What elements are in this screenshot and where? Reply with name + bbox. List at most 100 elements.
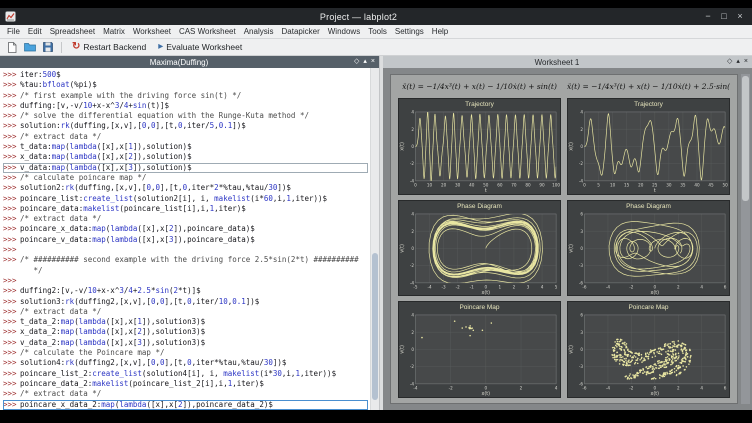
console-line: >>>: [3, 276, 368, 286]
console-line: >>>poincare_list:create_list(solution2[i…: [3, 194, 368, 204]
console-line: >>>/* first example with the driving for…: [3, 91, 368, 101]
menu-edit[interactable]: Edit: [24, 27, 46, 36]
svg-text:35: 35: [680, 182, 686, 187]
menu-help[interactable]: Help: [428, 27, 452, 36]
evaluate-worksheet-button[interactable]: ▸ Evaluate Worksheet: [153, 41, 247, 53]
dock-collapse-icon[interactable]: ▴: [363, 56, 367, 68]
console-line: >>>poincare_x_data:map(lambda([x],x[2]),…: [3, 224, 368, 234]
svg-text:15: 15: [624, 182, 630, 187]
worksheet-dock-header[interactable]: Worksheet 1 ◇ ▴ ×: [383, 56, 752, 68]
menu-windows[interactable]: Windows: [324, 27, 364, 36]
console-line: >>>iter:500$: [3, 70, 368, 80]
svg-text:-4: -4: [606, 284, 610, 289]
restart-backend-label: Restart Backend: [83, 42, 146, 52]
plot-phase-diagram-left[interactable]: Phase Diagram -5-4-3-2-1012345-4-2024x(t…: [398, 200, 561, 297]
console-line: >>>duffing2:[v,-v/10+x-x^3/4+2.5*sin(2*t…: [3, 286, 368, 296]
svg-text:-2: -2: [410, 263, 414, 268]
console-scrollbar-thumb[interactable]: [372, 253, 378, 400]
minimize-icon[interactable]: −: [701, 9, 715, 24]
svg-text:6: 6: [580, 313, 583, 318]
menu-worksheet[interactable]: Worksheet: [129, 27, 175, 36]
console-line: >>>poincare_x_data_2:map(lambda([x],x[2]…: [3, 400, 368, 410]
menu-matrix[interactable]: Matrix: [99, 27, 129, 36]
console-line: >>>v_data_2:map(lambda([x],x[3]),solutio…: [3, 338, 368, 348]
svg-text:2: 2: [677, 284, 680, 289]
svg-text:20: 20: [441, 182, 447, 187]
svg-text:4: 4: [700, 284, 703, 289]
svg-text:10: 10: [610, 182, 616, 187]
plot-canvas: 05101520253035404550-4-2024tx(t): [568, 109, 729, 194]
worksheet-page[interactable]: ẍ(t) = −1/4x³(t) + x(t) − 1/10ẋ(t) + sin…: [390, 74, 738, 404]
console-line: >>>/* ########## second example with the…: [3, 255, 368, 265]
plot-canvas: -4-2024-4-2024x(t)v(t): [399, 312, 560, 397]
svg-text:-2: -2: [579, 161, 583, 166]
maximize-icon[interactable]: □: [717, 9, 731, 24]
svg-text:x(t): x(t): [651, 290, 660, 296]
maxima-dock-header[interactable]: Maxima(Duffing) ◇ ▴ ×: [0, 56, 379, 68]
close-icon[interactable]: ×: [733, 9, 747, 24]
svg-text:2: 2: [520, 386, 523, 391]
plot-title: Poincare Map: [568, 302, 729, 312]
plot-title: Phase Diagram: [399, 201, 560, 211]
console-line: >>>x_data:map(lambda([x],x[2]),solution)…: [3, 152, 368, 162]
plot-trajectory-right[interactable]: Trajectory 05101520253035404550-4-2024tx…: [567, 98, 730, 195]
titlebar[interactable]: Project — labplot2 − □ ×: [0, 8, 752, 25]
svg-text:v(t): v(t): [568, 244, 574, 253]
menu-tools[interactable]: Tools: [364, 27, 391, 36]
plot-phase-diagram-right[interactable]: Phase Diagram -6-4-20246-6-3036x(t)v(t): [567, 200, 730, 297]
evaluate-worksheet-icon: ▸: [158, 42, 163, 52]
menu-spreadsheet[interactable]: Spreadsheet: [46, 27, 99, 36]
svg-text:45: 45: [708, 182, 714, 187]
dock-close-icon[interactable]: ×: [744, 56, 748, 68]
plot-poincare-map-left[interactable]: Poincare Map -4-2024-4-2024x(t)v(t): [398, 301, 561, 398]
svg-text:-4: -4: [410, 382, 414, 387]
svg-text:0: 0: [484, 284, 487, 289]
svg-text:40: 40: [469, 182, 475, 187]
svg-text:30: 30: [666, 182, 672, 187]
svg-text:1: 1: [499, 284, 502, 289]
dock-collapse-icon[interactable]: ▴: [736, 56, 740, 68]
menu-file[interactable]: File: [3, 27, 24, 36]
svg-text:x(t): x(t): [482, 391, 491, 397]
plot-title: Trajectory: [568, 99, 729, 109]
svg-text:4: 4: [411, 313, 414, 318]
dock-float-icon[interactable]: ◇: [354, 56, 359, 68]
svg-text:5: 5: [597, 182, 600, 187]
console-scrollbar[interactable]: [370, 68, 379, 410]
console-line: >>>t_data:map(lambda([x],x[1]),solution)…: [3, 142, 368, 152]
worksheet-scrollbar-thumb[interactable]: [742, 76, 749, 201]
svg-text:3: 3: [580, 228, 583, 233]
svg-text:3: 3: [527, 284, 530, 289]
console-line: >>>t_data_2:map(lambda([x],x[1]),solutio…: [3, 317, 368, 327]
dock-close-icon[interactable]: ×: [371, 56, 375, 68]
svg-text:v(t): v(t): [568, 345, 574, 354]
svg-text:30: 30: [455, 182, 461, 187]
svg-text:-4: -4: [410, 280, 414, 285]
svg-text:50: 50: [722, 182, 728, 187]
console-line: >>>solution2:rk(duffing,[x,v],[0,0],[t,0…: [3, 183, 368, 193]
maxima-console[interactable]: >>>iter:500$>>>%tau:bfloat(%pi)$>>>/* fi…: [0, 68, 370, 410]
open-folder-icon[interactable]: [22, 40, 38, 55]
svg-text:25: 25: [652, 182, 658, 187]
svg-text:0: 0: [484, 386, 487, 391]
menu-analysis[interactable]: Analysis: [240, 27, 278, 36]
plot-poincare-map-right[interactable]: Poincare Map -6-4-20246-6-3036x(t)v(t): [567, 301, 730, 398]
svg-text:4: 4: [411, 211, 414, 216]
menu-settings[interactable]: Settings: [391, 27, 428, 36]
toolbar: ↻ Restart Backend ▸ Evaluate Worksheet: [0, 39, 752, 56]
dock-float-icon[interactable]: ◇: [727, 56, 732, 68]
maxima-dock-title: Maxima(Duffing): [4, 58, 354, 67]
worksheet-dock-title: Worksheet 1: [387, 58, 727, 67]
plot-canvas: -6-4-20246-6-3036x(t)v(t): [568, 211, 729, 296]
svg-text:x(t): x(t): [568, 142, 574, 151]
console-line: >>>poincare_data_2:makelist(poincare_lis…: [3, 379, 368, 389]
plot-trajectory-left[interactable]: Trajectory 0102030405060708090100-4-2024…: [398, 98, 561, 195]
menu-cas-worksheet[interactable]: CAS Worksheet: [175, 27, 240, 36]
svg-text:2: 2: [411, 228, 414, 233]
new-document-icon[interactable]: [4, 40, 20, 55]
save-icon[interactable]: [40, 40, 56, 55]
menu-datapicker[interactable]: Datapicker: [278, 27, 324, 36]
restart-backend-button[interactable]: ↻ Restart Backend: [67, 41, 151, 53]
svg-text:-4: -4: [410, 178, 414, 183]
worksheet-scrollbar[interactable]: [741, 74, 750, 404]
